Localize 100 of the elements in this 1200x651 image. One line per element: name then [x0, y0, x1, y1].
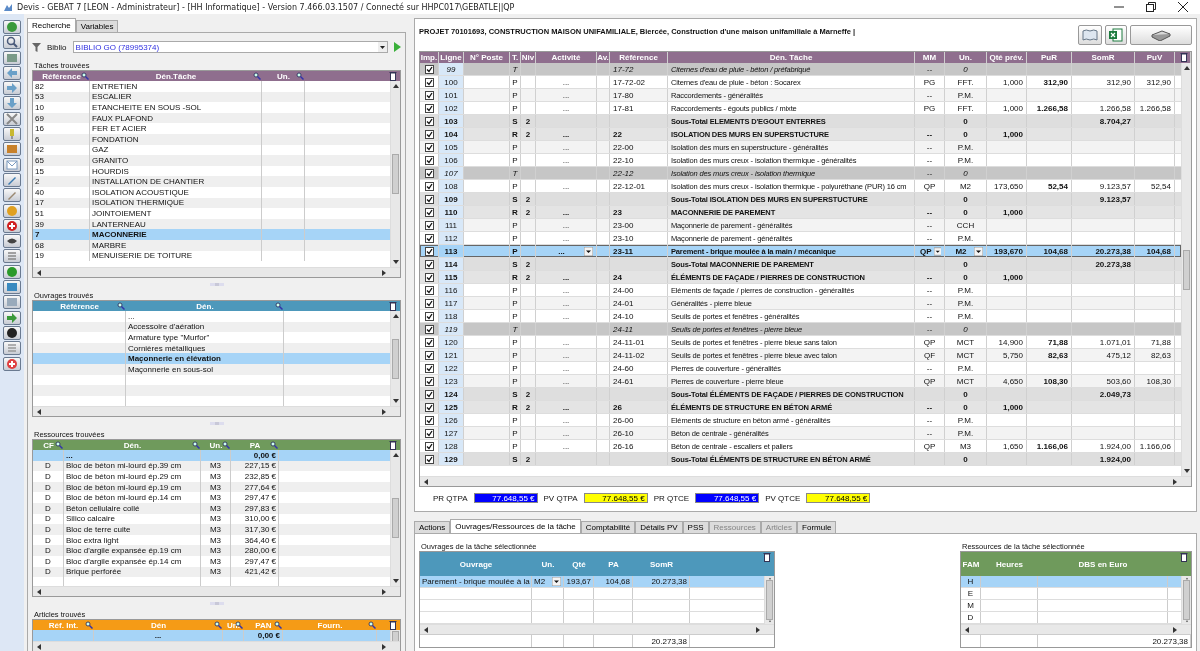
close-icon[interactable]	[1178, 2, 1188, 12]
table-row[interactable]: Maçonnerie en sous-sol	[33, 363, 390, 375]
column-header[interactable]: SomR	[1091, 53, 1115, 62]
search-icon[interactable]	[192, 441, 200, 449]
checkbox[interactable]	[424, 207, 434, 217]
checkbox[interactable]	[424, 389, 434, 399]
checkbox[interactable]	[424, 376, 434, 386]
table-row[interactable]: 40 ISOLATION ACOUSTIQUE	[33, 186, 390, 198]
table-row[interactable]: 6 FONDATION	[33, 133, 390, 145]
scroll-right-icon[interactable]	[380, 268, 388, 277]
table-row[interactable]: D Bloc de terre cuite M3 317,30 €	[33, 524, 390, 535]
checkbox[interactable]	[424, 363, 434, 373]
search-icon[interactable]	[85, 621, 93, 629]
table-row[interactable]: 2 INSTALLATION DE CHANTIER	[33, 176, 390, 187]
column-header[interactable]: Qté prév.	[989, 53, 1024, 62]
search-icon[interactable]	[296, 72, 304, 80]
dropdown[interactable]: QP	[918, 246, 941, 256]
scroll-right-icon[interactable]	[380, 587, 388, 596]
table-row[interactable]: Parement - brique moulée à la M2 193,67 104,68 20.273,38	[420, 576, 764, 588]
table-row[interactable]: ... 0,00 €	[33, 630, 390, 641]
tab[interactable]: Ouvrages/Ressources de la tâche	[450, 519, 581, 533]
horizontal-scrollbar[interactable]	[420, 476, 1191, 486]
scroll-left-icon[interactable]	[422, 625, 430, 634]
scroll-thumb[interactable]	[392, 338, 399, 379]
scroll-thumb[interactable]	[1183, 249, 1190, 290]
spreadsheet-button[interactable]	[1105, 25, 1127, 45]
checkbox[interactable]	[424, 233, 434, 243]
toolbar-button[interactable]	[3, 325, 21, 340]
checkbox[interactable]	[424, 103, 434, 113]
checkbox[interactable]	[424, 246, 434, 256]
checkbox[interactable]	[424, 64, 434, 74]
checkbox[interactable]	[424, 116, 434, 126]
scroll-thumb[interactable]	[392, 498, 399, 538]
checkbox[interactable]	[424, 337, 434, 347]
column-header[interactable]: Activité	[551, 53, 581, 62]
print-button[interactable]	[1130, 25, 1192, 45]
table-row[interactable]: 16 FER ET ACIER	[33, 123, 390, 134]
column-header[interactable]: Dén.Tâche	[155, 71, 197, 81]
checkbox[interactable]	[424, 350, 434, 360]
checkbox[interactable]	[424, 155, 434, 165]
tab[interactable]: Variables	[75, 20, 119, 32]
checkbox[interactable]	[424, 194, 434, 204]
table-row[interactable]: 68 MARBRE	[33, 239, 390, 251]
checkbox[interactable]	[424, 402, 434, 412]
checkbox[interactable]	[424, 129, 434, 139]
trash-icon[interactable]	[1180, 52, 1188, 62]
scroll-left-icon[interactable]	[35, 587, 43, 596]
tab[interactable]: Recherche	[27, 18, 76, 32]
tab[interactable]: Comptabilité	[580, 521, 636, 533]
trash-icon[interactable]	[763, 552, 771, 562]
scroll-thumb[interactable]	[1183, 580, 1190, 620]
column-header[interactable]: N° Poste	[470, 53, 503, 62]
scroll-right-icon[interactable]	[1171, 477, 1179, 486]
checkbox[interactable]	[424, 428, 434, 438]
table-row[interactable]: D Brique perforée M3 421,42 €	[33, 566, 390, 578]
column-header[interactable]: PuV	[1146, 53, 1163, 62]
checkbox[interactable]	[424, 441, 434, 451]
vertical-scrollbar[interactable]	[390, 450, 400, 586]
vertical-scrollbar[interactable]	[390, 81, 400, 267]
column-header[interactable]: Un.	[959, 53, 972, 62]
search-icon[interactable]	[368, 621, 376, 629]
checkbox[interactable]	[424, 324, 434, 334]
table-row[interactable]: E	[961, 588, 1181, 600]
scroll-thumb[interactable]	[392, 154, 399, 194]
table-row[interactable]: D Bloc d'argile expansée ép.19 cm M3 280,00 €	[33, 545, 390, 556]
column-header[interactable]: Ligne	[440, 53, 462, 62]
dropdown[interactable]: M2	[534, 577, 561, 586]
column-header[interactable]: MM	[922, 53, 937, 62]
table-row[interactable]: Armature type "Murfor"	[33, 332, 390, 343]
table-row[interactable]: 19 MENUISERIE DE TOITURE	[33, 250, 390, 262]
table-row[interactable]: D Bloc de béton mi-lourd ép.19 cm M3 277,64 €	[33, 481, 390, 493]
search-icon[interactable]	[253, 72, 261, 80]
search-icon[interactable]	[270, 441, 278, 449]
tab[interactable]: PSS	[682, 521, 709, 533]
toolbar-button[interactable]	[3, 35, 21, 50]
biblio-dropdown[interactable]: BIBLIO GO (78995374)	[72, 41, 388, 53]
search-icon[interactable]	[55, 441, 63, 449]
vertical-scrollbar[interactable]	[1181, 576, 1191, 624]
checkbox[interactable]	[424, 311, 434, 321]
scroll-right-icon[interactable]	[380, 407, 388, 416]
column-header[interactable]: Référence	[42, 71, 81, 81]
horizontal-scrollbar[interactable]	[420, 624, 774, 634]
table-row[interactable]: D Bloc de béton mi-lourd ép.29 cm M3 232,85 €	[33, 471, 390, 482]
table-row[interactable]: Cornières métalliques	[33, 342, 390, 354]
trash-icon[interactable]	[389, 620, 397, 630]
checkbox[interactable]	[424, 285, 434, 295]
horizontal-scrollbar[interactable]	[33, 586, 400, 596]
horizontal-scrollbar[interactable]	[33, 267, 400, 277]
checkbox[interactable]	[424, 259, 434, 269]
checkbox[interactable]	[424, 272, 434, 282]
scroll-right-icon[interactable]	[1171, 625, 1179, 634]
scroll-left-icon[interactable]	[35, 642, 43, 651]
filter-icon[interactable]	[32, 42, 41, 52]
scroll-left-icon[interactable]	[963, 625, 971, 634]
checkbox[interactable]	[424, 415, 434, 425]
column-header[interactable]: Un.	[277, 71, 290, 81]
checkbox[interactable]	[424, 454, 434, 464]
book-button[interactable]	[1078, 25, 1102, 45]
tab[interactable]: Détails PV	[635, 521, 683, 533]
scroll-thumb[interactable]	[766, 580, 773, 620]
